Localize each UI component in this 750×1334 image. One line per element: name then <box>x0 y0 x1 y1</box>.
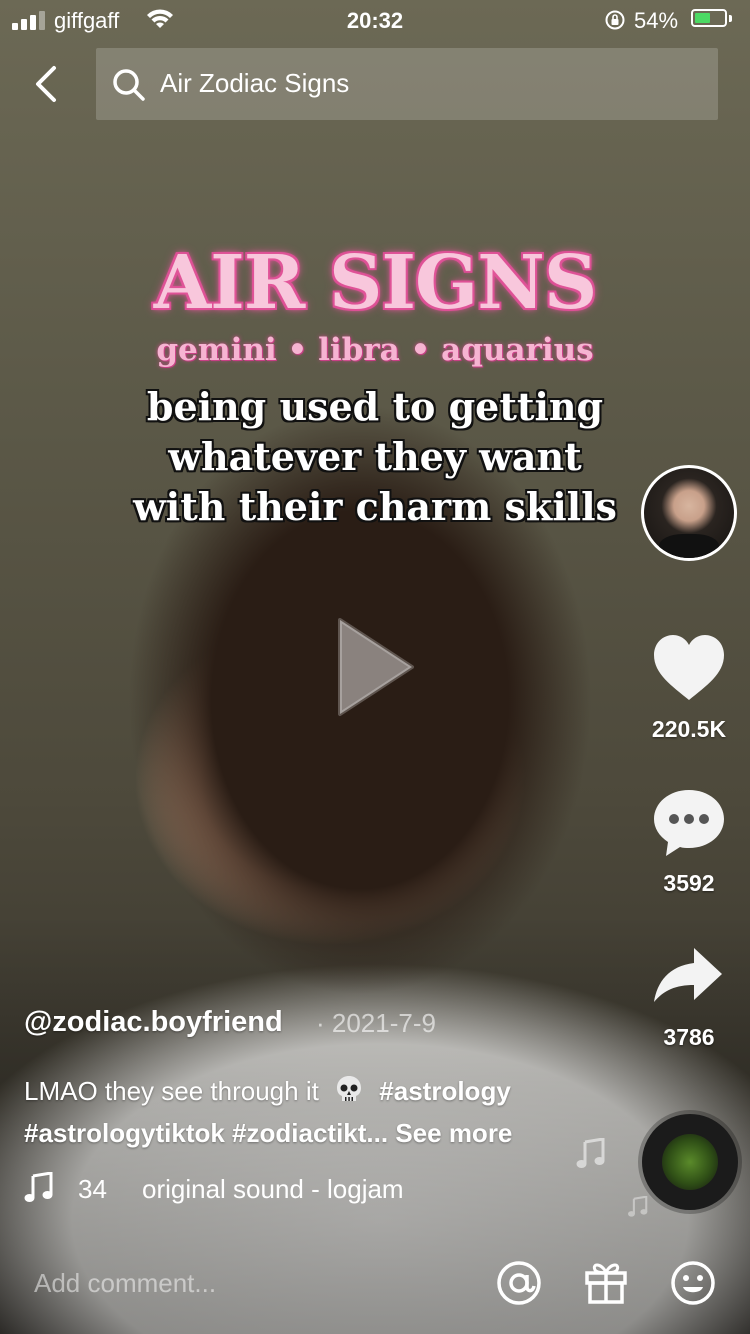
music-count: 34 <box>78 1174 107 1204</box>
post-description-line-2: #astrologytiktok #zodiactikt... See more <box>24 1118 512 1149</box>
music-note-icon <box>24 1172 53 1202</box>
at-icon[interactable] <box>496 1260 542 1306</box>
video-subline: gemini • libra • aquarius <box>156 332 594 368</box>
gift-icon[interactable] <box>584 1260 628 1304</box>
search-query[interactable]: Air Zodiac Signs <box>160 68 349 99</box>
music-disc-artwork <box>662 1134 718 1190</box>
emoji-icon[interactable] <box>670 1260 716 1306</box>
play-icon[interactable] <box>330 612 420 722</box>
music-title[interactable]: original sound - logjam <box>142 1174 414 1205</box>
creator-avatar[interactable] <box>641 465 737 561</box>
creator-username[interactable]: @zodiac.boyfriend <box>24 1006 283 1039</box>
floating-note-icon <box>628 1196 648 1217</box>
skull-emoji-icon <box>337 1076 362 1101</box>
status-bar: giffgaff 20:32 54% <box>0 0 750 40</box>
video-headline: AIR SIGNS <box>153 240 598 326</box>
battery-tip <box>729 15 732 22</box>
like-count: 220.5K <box>651 716 727 742</box>
floating-note-icon <box>576 1138 605 1168</box>
share-count: 3786 <box>663 1024 715 1050</box>
chevron-left-icon[interactable] <box>28 62 68 106</box>
see-more-link[interactable]: See more <box>395 1118 512 1148</box>
comment-count: 3592 <box>663 870 715 896</box>
hashtag-astrology[interactable]: #astrology <box>379 1076 511 1106</box>
comment-icon[interactable] <box>652 788 726 858</box>
description-text: LMAO they see through it <box>24 1076 319 1106</box>
battery-icon <box>691 9 727 27</box>
video-caption-line-2: whatever they want <box>168 434 582 479</box>
music-disc[interactable] <box>642 1114 738 1210</box>
post-date: · 2021-7-9 <box>316 1008 436 1038</box>
battery-percent: 54% <box>634 8 679 33</box>
post-description-line-1: LMAO they see through it #astrology <box>24 1074 511 1107</box>
video-caption-line-3: with their charm skills <box>133 484 617 529</box>
search-icon <box>113 69 145 101</box>
orientation-lock-icon <box>605 10 625 30</box>
search-bar[interactable]: Air Zodiac Signs <box>96 48 718 120</box>
heart-icon[interactable] <box>652 634 726 702</box>
comment-input[interactable]: Add comment... <box>34 1268 216 1299</box>
share-icon[interactable] <box>652 946 724 1004</box>
hashtags-line[interactable]: #astrologytiktok #zodiactikt... <box>24 1118 388 1148</box>
battery-fill <box>695 13 710 23</box>
video-caption-line-1: being used to getting <box>146 384 604 429</box>
